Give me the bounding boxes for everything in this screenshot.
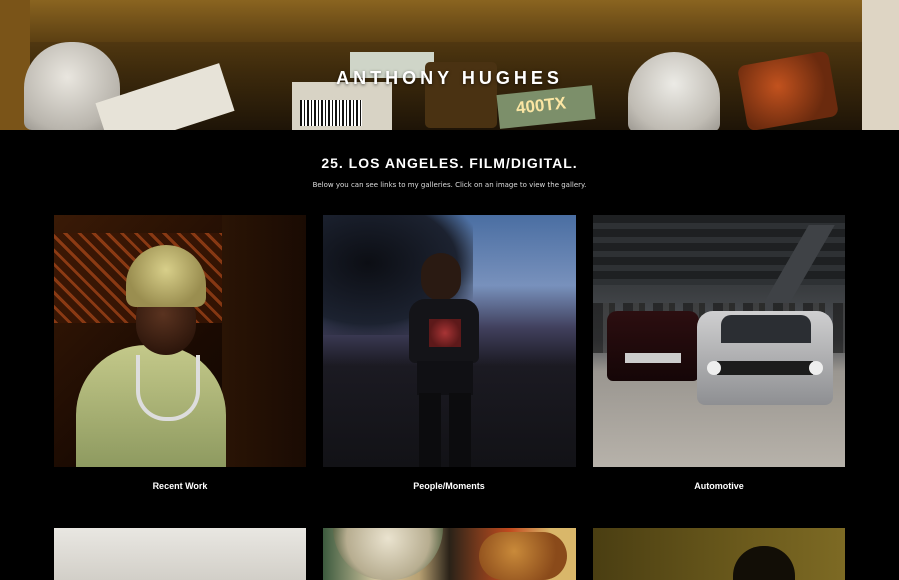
hero-banner: 400TX ANTHONY HUGHES — [0, 0, 899, 130]
car-headlight-left — [707, 361, 721, 375]
subject-chain — [136, 355, 200, 421]
intro-title: 25. LOS ANGELES. FILM/DIGITAL. — [321, 155, 578, 171]
silhouette-shape — [733, 546, 795, 580]
food-plate — [479, 532, 567, 580]
site-title[interactable]: ANTHONY HUGHES — [0, 68, 899, 89]
gallery-tile-row2-2[interactable] — [323, 528, 576, 580]
car-windshield — [721, 315, 811, 343]
gallery-tile-automotive[interactable] — [593, 215, 845, 467]
subject-left-boot — [419, 393, 441, 467]
box-right-wall — [862, 0, 899, 130]
barcode-graphic — [300, 100, 362, 126]
dark-red-car — [607, 311, 699, 381]
subject-shorts — [417, 361, 473, 395]
car-grille — [717, 361, 813, 375]
gallery-label-people-moments[interactable]: People/Moments — [323, 481, 575, 491]
doorway — [222, 215, 306, 467]
box-flap — [0, 0, 899, 42]
shirt-print — [429, 319, 461, 347]
food-bowl — [333, 528, 443, 580]
gallery-tile-row2-1[interactable] — [54, 528, 306, 580]
intro-subtitle: Below you can see links to my galleries.… — [312, 181, 587, 189]
gallery-tile-row2-3[interactable] — [593, 528, 845, 580]
gallery-label-automotive[interactable]: Automotive — [593, 481, 845, 491]
film-canister-right — [628, 52, 720, 130]
silver-car — [697, 311, 833, 405]
film-canister-orange — [736, 50, 840, 130]
subject-hair — [421, 253, 461, 301]
subject-right-boot — [449, 393, 471, 467]
gallery-label-recent-work[interactable]: Recent Work — [54, 481, 306, 491]
subject-figure — [409, 253, 489, 467]
gallery-tile-people-moments[interactable] — [323, 215, 576, 467]
gallery-tile-recent-work[interactable] — [54, 215, 306, 467]
car-grille — [625, 353, 681, 363]
car-headlight-right — [809, 361, 823, 375]
